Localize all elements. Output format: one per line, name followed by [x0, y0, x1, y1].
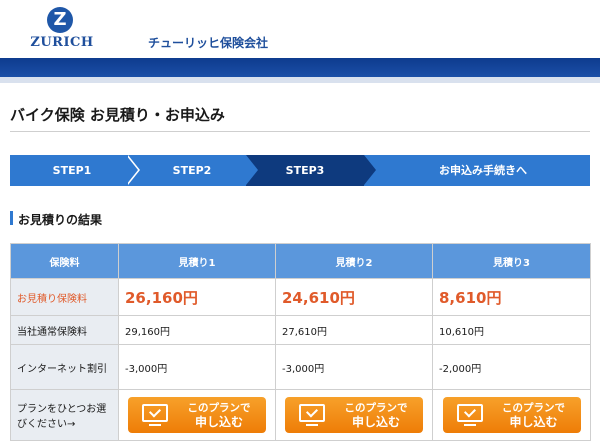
row-label-quoted-premium: お見積り保険料 — [10, 278, 119, 316]
header-band-light — [0, 77, 600, 83]
apply-plan-1-button[interactable]: このプランで 申し込む — [128, 397, 266, 433]
apply-button-label: このプランで 申し込む — [333, 401, 419, 429]
apply-cell-1: このプランで 申し込む — [118, 389, 276, 441]
row-label-select-plan: プランをひとつお選びください→ — [10, 389, 119, 441]
apply-button-line2: 申し込む — [509, 415, 558, 429]
apply-button-line1: このプランで — [502, 402, 565, 414]
step-3-active: STEP3 — [246, 155, 364, 186]
table-header-premium: 保険料 — [10, 243, 119, 279]
apply-cell-2: このプランで 申し込む — [275, 389, 433, 441]
table-header-quote-1: 見積り1 — [118, 243, 276, 279]
step-active-arrow-icon — [364, 155, 376, 185]
step-1: STEP1 — [52, 164, 92, 177]
quote-table: 保険料 見積り1 見積り2 見積り3 お見積り保険料 26,160円 24,61… — [10, 243, 591, 441]
quoted-premium-3: 8,610円 — [432, 278, 591, 316]
monitor-check-icon — [299, 404, 325, 422]
zurich-logo[interactable]: Z ZURICH — [22, 4, 102, 54]
internet-discount-2: -3,000円 — [275, 344, 433, 390]
apply-button-line1: このプランで — [187, 402, 251, 414]
regular-premium-3: 10,610円 — [432, 315, 591, 345]
page-title: バイク保険 お見積り・お申込み — [10, 106, 225, 124]
zurich-logo-icon: Z — [47, 7, 73, 33]
monitor-stand-icon — [463, 424, 476, 426]
step-2: STEP2 — [172, 164, 212, 177]
step-apply: お申込み手続きへ — [439, 164, 527, 177]
title-divider — [10, 131, 590, 132]
apply-button-label: このプランで 申し込む — [176, 401, 262, 429]
regular-premium-1: 29,160円 — [118, 315, 276, 345]
zurich-logo-wordmark: ZURICH — [30, 35, 94, 50]
apply-plan-2-button[interactable]: このプランで 申し込む — [285, 397, 423, 433]
table-row: お見積り保険料 26,160円 24,610円 8,610円 — [10, 278, 591, 316]
monitor-stand-icon — [306, 424, 318, 426]
step-separator-icon — [246, 155, 258, 185]
monitor-stand-icon — [149, 424, 161, 426]
company-name: チューリッヒ保険会社 — [148, 36, 269, 50]
internet-discount-1: -3,000円 — [118, 344, 276, 390]
section-title: お見積りの結果 — [18, 213, 103, 227]
row-label-internet-discount: インターネット割引 — [10, 344, 119, 390]
apply-cell-3: このプランで 申し込む — [432, 389, 591, 441]
step-progress-bar: STEP1 STEP2 STEP3 お申込み手続きへ — [10, 155, 590, 186]
apply-button-line2: 申し込む — [194, 415, 243, 429]
apply-plan-3-button[interactable]: このプランで 申し込む — [442, 397, 581, 433]
apply-button-label: このプランで 申し込む — [491, 401, 577, 429]
internet-discount-3: -2,000円 — [432, 344, 591, 390]
table-row: インターネット割引 -3,000円 -3,000円 -2,000円 — [10, 344, 591, 390]
header-band — [0, 58, 600, 77]
quoted-premium-2: 24,610円 — [275, 278, 433, 316]
table-row: プランをひとつお選びください→ このプランで 申し込む このプランで 申し込む — [10, 389, 591, 441]
table-header-quote-3: 見積り3 — [432, 243, 591, 279]
site-header: Z ZURICH チューリッヒ保険会社 — [0, 0, 600, 58]
quoted-premium-1: 26,160円 — [118, 278, 276, 316]
regular-premium-2: 27,610円 — [275, 315, 433, 345]
row-label-regular-premium: 当社通常保険料 — [10, 315, 119, 345]
monitor-check-icon — [142, 404, 168, 422]
table-header-row: 保険料 見積り1 見積り2 見積り3 — [10, 243, 591, 279]
table-row: 当社通常保険料 29,160円 27,610円 10,610円 — [10, 315, 591, 345]
monitor-check-icon — [456, 404, 483, 422]
table-header-quote-2: 見積り2 — [275, 243, 433, 279]
section-marker — [10, 211, 13, 225]
apply-button-line2: 申し込む — [351, 415, 400, 429]
apply-button-line1: このプランで — [344, 402, 408, 414]
